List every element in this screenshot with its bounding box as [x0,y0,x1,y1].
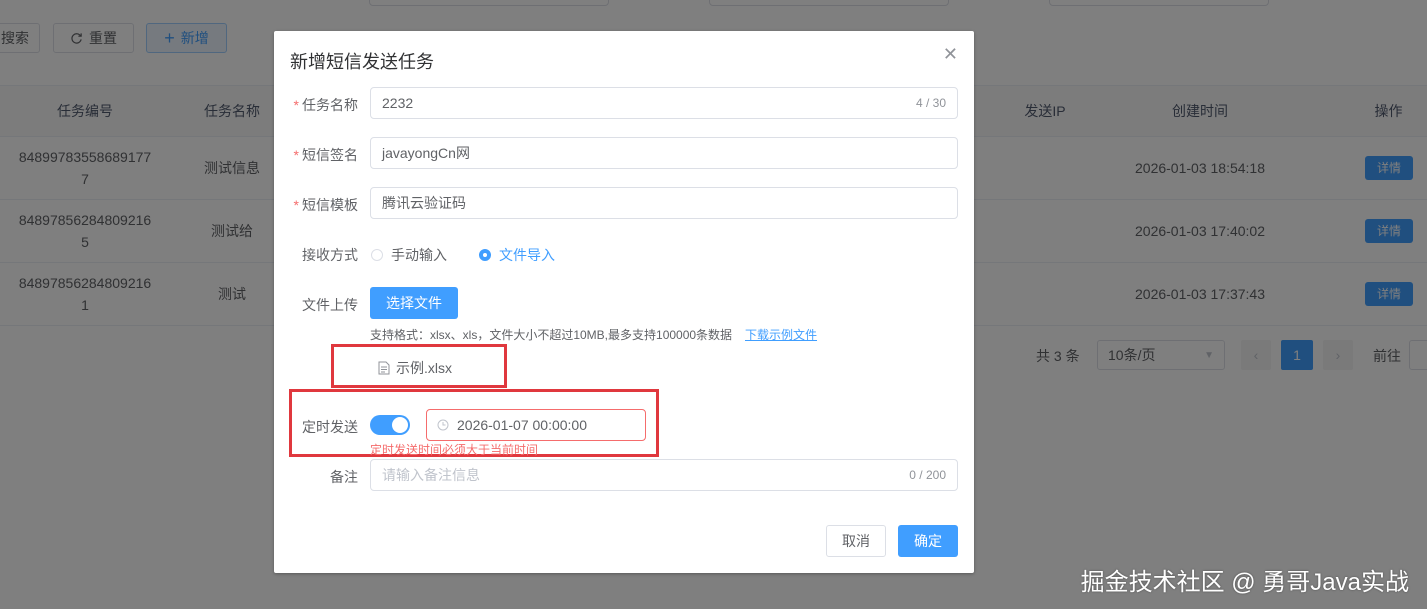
remark-label: 备注 [330,469,358,485]
choose-file-button[interactable]: 选择文件 [370,287,458,319]
watermark-text: 掘金技术社区 @ 勇哥Java实战 [1080,569,1409,596]
remark-placeholder: 请输入备注信息 [382,467,480,483]
close-icon[interactable]: ✕ [943,44,958,65]
upload-tip: 支持格式：xlsx、xls，文件大小不超过10MB,最多支持100000条数据 [370,328,733,342]
task-name-counter: 4 / 30 [915,96,946,110]
radio-dot [479,249,491,261]
clock-icon [437,419,449,431]
uploaded-file-name: 示例.xlsx [396,360,452,376]
schedule-switch[interactable] [370,415,410,435]
remark-counter: 0 / 200 [909,468,946,482]
upload-label: 文件上传 [302,297,358,313]
template-input[interactable]: 腾讯云验证码 [370,187,958,219]
dialog-title: 新增短信发送任务 [290,52,434,72]
radio-file-import[interactable]: 文件导入 [479,245,555,265]
task-name-input[interactable]: 2232 4 / 30 [370,87,958,119]
signature-value: javayongCn网 [382,145,470,161]
switch-knob [392,417,408,433]
schedule-label: 定时发送 [302,419,358,435]
download-sample-link[interactable]: 下载示例文件 [745,326,817,343]
add-sms-task-dialog: 新增短信发送任务 ✕ * 任务名称 2232 4 / 30 * 短信签名 javay… [274,31,974,573]
remark-input[interactable]: 请输入备注信息 0 / 200 [370,459,958,491]
uploaded-file-item[interactable]: 示例.xlsx [378,358,452,378]
template-label: * 短信模板 [293,197,358,213]
schedule-error: 定时发送时间必须大于当前时间 [370,443,539,457]
schedule-datetime-value: 2026-01-07 00:00:00 [457,417,587,433]
task-name-value: 2232 [382,95,414,111]
radio-manual-input[interactable]: 手动输入 [371,245,447,265]
task-name-label: * 任务名称 [293,97,358,113]
template-value: 腾讯云验证码 [382,195,466,211]
cancel-button[interactable]: 取消 [826,525,886,557]
signature-input[interactable]: javayongCn网 [370,137,958,169]
receive-method-label: 接收方式 [302,247,358,263]
document-icon [378,361,390,375]
radio-dot [371,249,383,261]
signature-label: * 短信签名 [293,147,358,163]
schedule-datetime-input[interactable]: 2026-01-07 00:00:00 [426,409,646,441]
radio-file-label: 文件导入 [499,247,555,263]
confirm-button[interactable]: 确定 [898,525,958,557]
radio-manual-label: 手动输入 [391,247,447,263]
